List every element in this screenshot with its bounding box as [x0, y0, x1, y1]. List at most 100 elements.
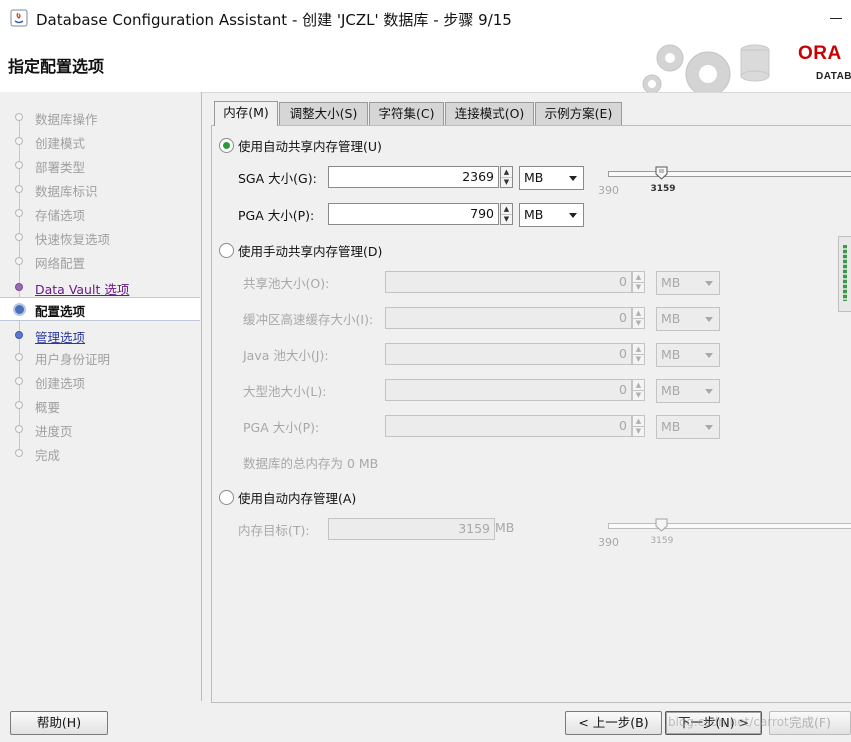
pga-size-input[interactable]: 790 — [328, 203, 499, 225]
amm-radio[interactable] — [219, 490, 234, 505]
shared-pool-spinner[interactable]: ▲ ▼ — [632, 271, 645, 293]
manual-pga-label: PGA 大小(P): — [243, 420, 320, 435]
buffer-cache-spinner[interactable]: ▲ ▼ — [632, 307, 645, 329]
memory-target-input[interactable]: 3159 — [328, 518, 495, 540]
large-pool-label: 大型池大小(L): — [243, 384, 327, 399]
watermark-text: blog.csdn.net/carrot — [668, 715, 789, 729]
manual-pga-input[interactable]: 0 — [385, 415, 632, 437]
shared-pool-label: 共享池大小(O): — [243, 276, 330, 291]
memory-target-label: 内存目标(T): — [238, 523, 310, 538]
step-label: 概要 — [35, 400, 61, 415]
step-data-vault-option[interactable]: Data Vault 选项 — [0, 277, 200, 297]
step-finish: 完成 — [0, 443, 200, 463]
chevron-down-icon — [705, 389, 713, 394]
step-label[interactable]: Data Vault 选项 — [35, 279, 129, 298]
step-label: 进度页 — [35, 424, 73, 439]
step-label: 数据库操作 — [35, 112, 98, 127]
help-button[interactable]: 帮助(H) — [10, 711, 108, 735]
asmm-slider-thumb[interactable] — [655, 166, 668, 180]
chevron-down-icon — [705, 353, 713, 358]
step-database-operation: 数据库操作 — [0, 107, 200, 127]
step-label: 数据库标识 — [35, 184, 98, 199]
buffer-cache-input[interactable]: 0 — [385, 307, 632, 329]
step-creation-mode: 创建模式 — [0, 131, 200, 151]
spinner-down-icon[interactable]: ▼ — [501, 177, 512, 187]
spinner-down-icon[interactable]: ▼ — [633, 282, 644, 292]
pga-size-label: PGA 大小(P): — [238, 208, 315, 223]
unit-value: MB — [661, 419, 681, 434]
sga-size-spinner[interactable]: ▲ ▼ — [500, 166, 513, 188]
step-dot — [15, 233, 23, 241]
java-app-icon — [10, 9, 28, 27]
pga-unit-select[interactable]: MB — [519, 203, 584, 227]
sga-size-label: SGA 大小(G): — [238, 171, 317, 186]
manual-smm-radio[interactable] — [219, 243, 234, 258]
buffer-cache-label: 缓冲区高速缓存大小(I): — [243, 312, 374, 327]
step-summary: 概要 — [0, 395, 200, 415]
page-heading: 指定配置选项 — [8, 57, 105, 76]
manual-pga-unit-select[interactable]: MB — [656, 415, 720, 439]
step-label: 部署类型 — [35, 160, 86, 175]
step-dot — [15, 331, 23, 339]
back-button[interactable]: < 上一步(B) — [565, 711, 662, 735]
shared-pool-unit-select[interactable]: MB — [656, 271, 720, 295]
asmm-slider-track[interactable] — [608, 171, 851, 177]
chevron-down-icon — [569, 176, 577, 181]
java-pool-spinner[interactable]: ▲ ▼ — [632, 343, 645, 365]
tab-memory[interactable]: 内存(M) — [214, 101, 278, 126]
large-pool-unit-select[interactable]: MB — [656, 379, 720, 403]
java-pool-label: Java 池大小(J): — [243, 348, 329, 363]
step-storage-option: 存储选项 — [0, 203, 200, 223]
step-dot — [15, 283, 23, 291]
sga-size-input[interactable]: 2369 — [328, 166, 499, 188]
step-dot-current — [13, 303, 26, 316]
large-pool-input[interactable]: 0 — [385, 379, 632, 401]
chevron-down-icon — [569, 213, 577, 218]
sga-unit-value: MB — [524, 170, 544, 185]
buffer-cache-unit-select[interactable]: MB — [656, 307, 720, 331]
spinner-down-icon[interactable]: ▼ — [501, 214, 512, 224]
step-dot — [15, 209, 23, 217]
chevron-down-icon — [705, 317, 713, 322]
step-fast-recovery-option: 快速恢复选项 — [0, 227, 200, 247]
unit-value: MB — [661, 383, 681, 398]
asmm-radio[interactable] — [219, 138, 234, 153]
unit-value: MB — [661, 275, 681, 290]
amm-slider-value: 3159 — [650, 536, 674, 546]
sga-unit-select[interactable]: MB — [519, 166, 584, 190]
step-management-options[interactable]: 管理选项 — [0, 325, 200, 345]
oracle-logo-subtitle: DATAB — [816, 71, 851, 82]
window-title: Database Configuration Assistant - 创建 'J… — [36, 11, 512, 29]
step-dot — [15, 449, 23, 457]
manual-pga-spinner[interactable]: ▲ ▼ — [632, 415, 645, 437]
large-pool-spinner[interactable]: ▲ ▼ — [632, 379, 645, 401]
spinner-down-icon[interactable]: ▼ — [633, 354, 644, 364]
step-label: 快速恢复选项 — [35, 232, 111, 247]
spinner-down-icon[interactable]: ▼ — [633, 390, 644, 400]
amm-slider-track[interactable] — [608, 523, 851, 529]
amm-radio-label[interactable]: 使用自动内存管理(A) — [238, 488, 356, 507]
step-label[interactable]: 管理选项 — [35, 327, 85, 346]
spinner-down-icon[interactable]: ▼ — [633, 318, 644, 328]
java-pool-input[interactable]: 0 — [385, 343, 632, 365]
amm-slider-min: 390 — [598, 536, 619, 549]
pga-size-spinner[interactable]: ▲ ▼ — [500, 203, 513, 225]
step-label: 网络配置 — [35, 256, 86, 271]
manual-smm-radio-label[interactable]: 使用手动共享内存管理(D) — [238, 241, 382, 260]
spinner-down-icon[interactable]: ▼ — [633, 426, 644, 436]
tab-character-sets[interactable]: 字符集(C) — [369, 102, 444, 125]
chevron-down-icon — [705, 281, 713, 286]
step-dot — [15, 137, 23, 145]
step-dot — [15, 185, 23, 193]
tab-sizing[interactable]: 调整大小(S) — [279, 102, 368, 125]
memory-gauge-side-tab[interactable] — [838, 236, 851, 312]
minimize-button[interactable] — [826, 8, 846, 28]
asmm-radio-label[interactable]: 使用自动共享内存管理(U) — [238, 136, 382, 155]
java-pool-unit-select[interactable]: MB — [656, 343, 720, 367]
shared-pool-input[interactable]: 0 — [385, 271, 632, 293]
tab-sample-schemas[interactable]: 示例方案(E) — [535, 102, 622, 125]
pga-unit-value: MB — [524, 207, 544, 222]
tab-connection-mode[interactable]: 连接模式(O) — [445, 102, 534, 125]
step-label: 完成 — [35, 448, 61, 463]
amm-slider-thumb[interactable] — [655, 518, 668, 532]
